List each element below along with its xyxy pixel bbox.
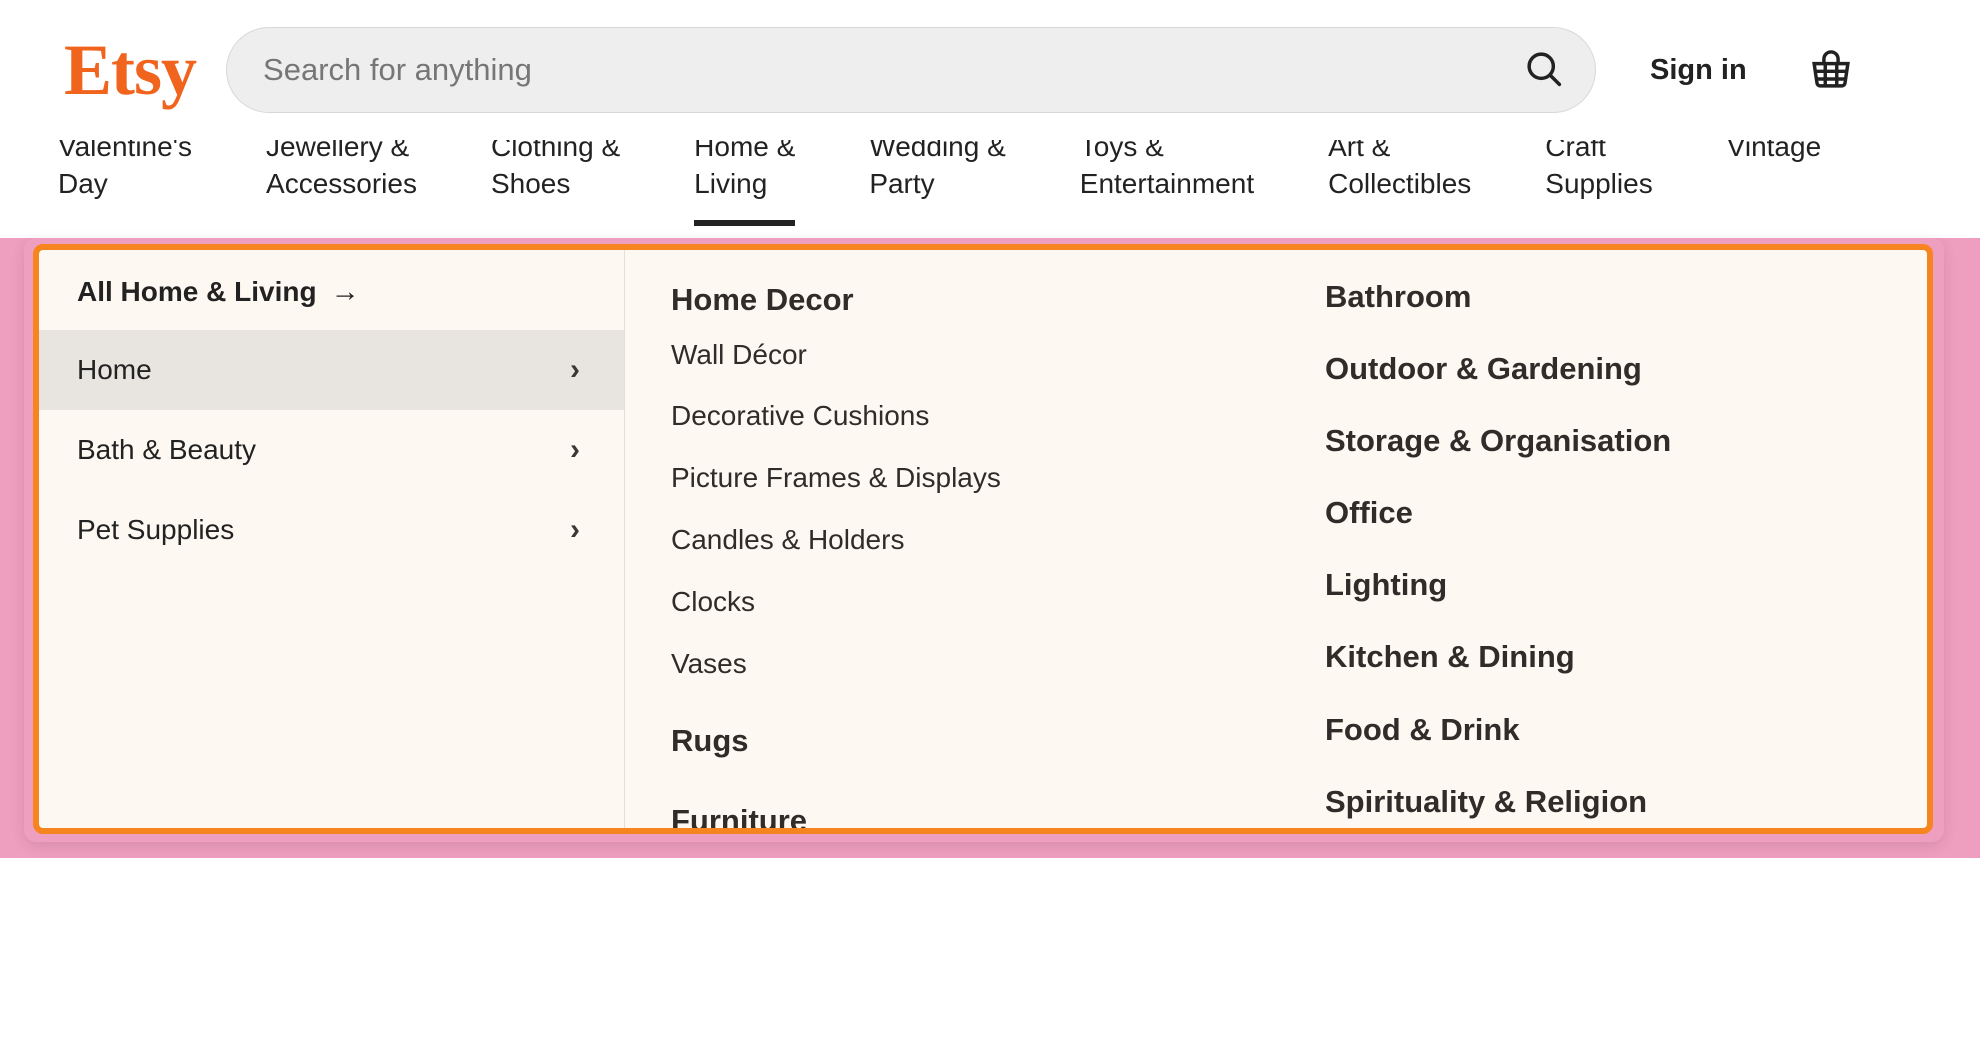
sign-in-button[interactable]: Sign in [1650, 54, 1747, 87]
sidebar-item-home[interactable]: Home › [39, 330, 624, 410]
group-rugs[interactable]: Rugs [671, 723, 1265, 759]
home-living-dropdown-panel: All Home & Living → Home › Bath & Beauty… [33, 244, 1933, 834]
site-header: Etsy Sign in [0, 0, 1980, 140]
sidebar-item-pet-supplies[interactable]: Pet Supplies › [39, 490, 624, 570]
link-kitchen-dining[interactable]: Kitchen & Dining [1325, 640, 1927, 674]
chevron-right-icon: › [570, 355, 580, 385]
sidebar-item-label: Home [77, 354, 152, 386]
link-office[interactable]: Office [1325, 496, 1927, 530]
arrow-right-icon: → [331, 278, 360, 307]
link-vases[interactable]: Vases [671, 649, 1265, 680]
dropdown-sidebar: All Home & Living → Home › Bath & Beauty… [39, 250, 625, 828]
link-food-drink[interactable]: Food & Drink [1325, 713, 1927, 747]
link-bathroom[interactable]: Bathroom [1325, 280, 1927, 314]
etsy-logo[interactable]: Etsy [64, 34, 196, 106]
link-candles-holders[interactable]: Candles & Holders [671, 525, 1265, 556]
chevron-right-icon: › [570, 515, 580, 545]
group-furniture[interactable]: Furniture [671, 803, 1265, 834]
link-spirituality-religion[interactable]: Spirituality & Religion [1325, 785, 1927, 819]
basket-icon [1808, 46, 1854, 95]
group-home-decor[interactable]: Home Decor [671, 282, 1265, 318]
link-wall-decor[interactable]: Wall Décor [671, 340, 1265, 371]
chevron-right-icon: › [570, 435, 580, 465]
all-home-living-link[interactable]: All Home & Living → [39, 250, 624, 330]
cart-button[interactable] [1803, 42, 1859, 98]
dropdown-middle-column: Home Decor Wall Décor Decorative Cushion… [625, 250, 1265, 828]
search-bar[interactable] [226, 27, 1596, 113]
search-icon [1522, 47, 1566, 94]
sidebar-item-bath-beauty[interactable]: Bath & Beauty › [39, 410, 624, 490]
etsy-page: Etsy Sign in [0, 0, 1980, 1064]
link-storage-organisation[interactable]: Storage & Organisation [1325, 424, 1927, 458]
link-picture-frames-displays[interactable]: Picture Frames & Displays [671, 463, 1265, 494]
search-button[interactable] [1501, 27, 1587, 113]
sidebar-item-label: Bath & Beauty [77, 434, 256, 466]
all-home-living-label: All Home & Living [77, 276, 317, 308]
link-lighting[interactable]: Lighting [1325, 568, 1927, 602]
search-input[interactable] [227, 28, 1501, 112]
sidebar-item-label: Pet Supplies [77, 514, 234, 546]
link-outdoor-gardening[interactable]: Outdoor & Gardening [1325, 352, 1927, 386]
page-background-lower [0, 858, 1980, 1064]
link-decorative-cushions[interactable]: Decorative Cushions [671, 401, 1265, 432]
link-clocks[interactable]: Clocks [671, 587, 1265, 618]
dropdown-right-column: Bathroom Outdoor & Gardening Storage & O… [1265, 250, 1927, 828]
